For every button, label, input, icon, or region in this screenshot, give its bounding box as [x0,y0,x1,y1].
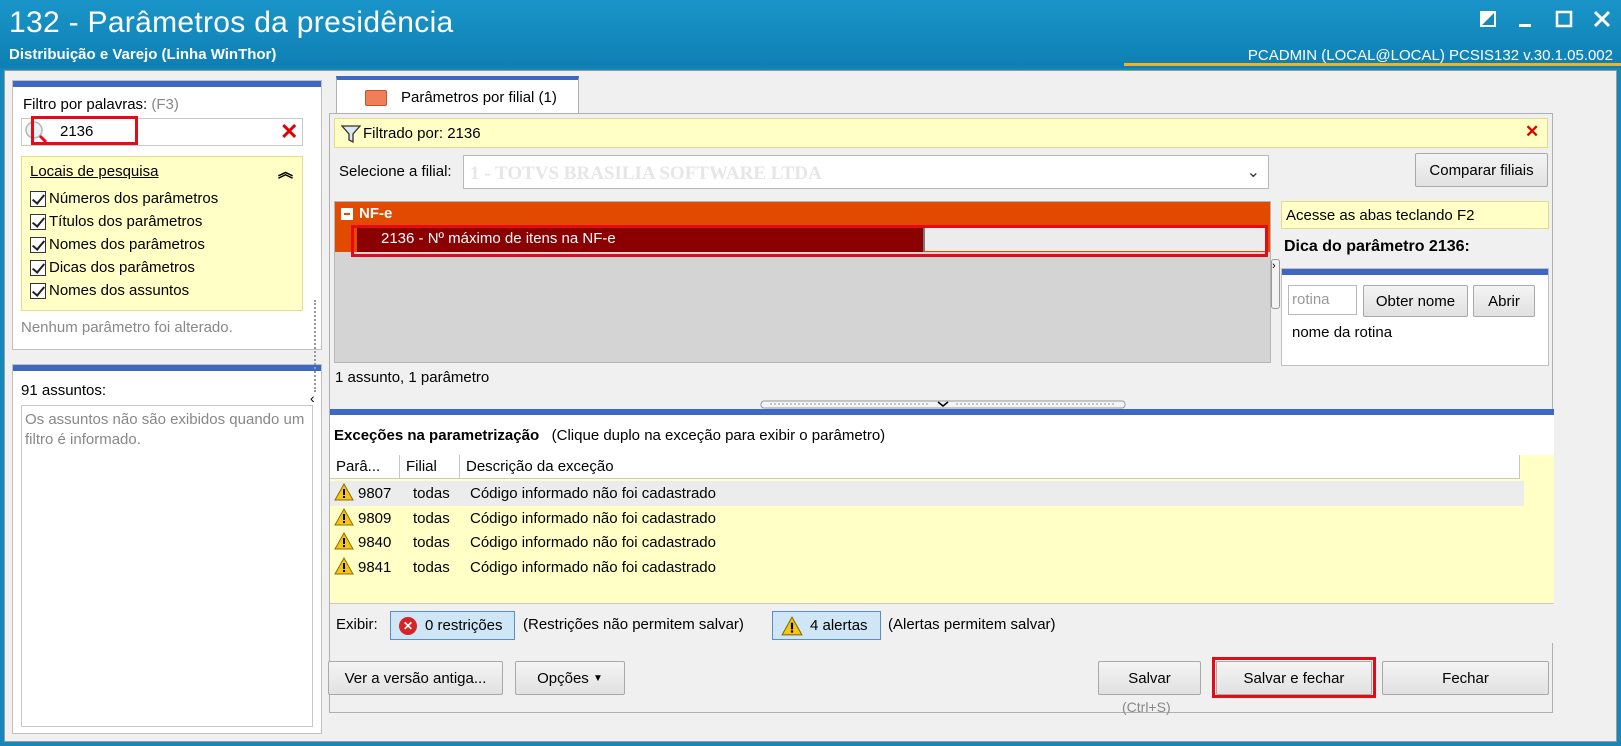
close-button[interactable]: Fechar [1382,661,1549,695]
filtered-text: Filtrado por: 2136 [363,125,481,142]
vertical-splitter[interactable] [314,300,322,392]
column-header[interactable]: Parâ... [330,455,400,479]
filter-label: Filtro por palavras: (F3) [23,96,179,113]
table-row[interactable]: 9841 todas Código informado não foi cada… [330,555,1524,580]
assuntos-message: Os assuntos não são exibidos quando um f… [25,411,305,448]
warning-icon [334,483,354,501]
warning-icon [334,532,354,550]
alerts-note: (Alertas permitem salvar) [888,616,1056,633]
get-name-button[interactable]: Obter nome [1363,285,1468,317]
window-subtitle: Distribuição e Varejo (Linha WinThor) [9,46,277,63]
checkbox-icon[interactable] [30,213,46,230]
column-header[interactable]: Filial [400,455,460,479]
filter-bar: Filtrado por: 2136 ✕ [334,118,1548,148]
alerts-toggle[interactable]: 4 alertas [772,611,881,640]
collapse-icon[interactable] [341,208,353,220]
assuntos-panel: 91 assuntos: Os assuntos não são exibido… [12,364,322,734]
checkbox-icon[interactable] [30,190,46,207]
open-button[interactable]: Abrir [1473,285,1535,317]
checkbox-icon[interactable] [30,259,46,276]
option-nomes[interactable]: Nomes dos parâmetros [30,236,205,253]
search-highlight [31,116,138,145]
assuntos-list[interactable]: Os assuntos não são exibidos quando um f… [21,405,313,727]
minimize-icon[interactable] [1517,8,1535,34]
display-bar: Exibir: ✕ 0 restrições (Restrições não p… [330,603,1554,643]
filial-value: 1 - TOTVS BRASILIA SOFTWARE LTDA [470,163,822,184]
locations-title[interactable]: Locais de pesquisa [30,163,158,180]
rotina-input[interactable]: rotina [1288,285,1357,315]
chevron-right-icon[interactable]: › [1271,259,1280,309]
tab-parametros-filial[interactable]: Parâmetros por filial (1) [336,76,579,114]
user-info: PCADMIN (LOCAL@LOCAL) PCSIS132 v.30.1.05… [1247,47,1613,64]
restore-icon[interactable] [1479,8,1497,34]
hint-title: Dica do parâmetro 2136: [1284,238,1470,255]
option-titulos[interactable]: Títulos dos parâmetros [30,213,202,230]
tab-label: Parâmetros por filial (1) [401,89,557,106]
restrictions-note: (Restrições não permitem salvar) [523,616,744,633]
table-row[interactable]: 9809 todas Código informado não foi cada… [330,506,1524,531]
checkbox-icon[interactable] [30,282,46,299]
window-controls [1479,8,1611,34]
highlight-box [1212,657,1376,698]
warning-icon [334,508,354,526]
chevron-down-icon: ⌄ [1246,164,1260,181]
compare-branches-button[interactable]: Comparar filiais [1415,153,1548,187]
accent-line [1124,63,1621,66]
close-icon[interactable] [1593,8,1611,34]
rotina-name: nome da rotina [1292,324,1393,341]
restrictions-toggle[interactable]: ✕ 0 restrições [390,611,515,640]
search-locations: Locais de pesquisa ︽ Números dos parâmet… [21,156,303,311]
table-row[interactable]: 9840 todas Código informado não foi cada… [330,530,1524,555]
old-version-button[interactable]: Ver a versão antiga... [328,661,503,695]
exceptions-panel: Exceções na parametrização (Clique duplo… [330,409,1554,607]
display-label: Exibir: [336,616,378,633]
clear-search-icon[interactable]: ✕ [280,119,298,145]
options-button[interactable]: Opções ▼ [515,661,625,695]
table-row[interactable]: 9807 todas Código informado não foi cada… [330,481,1524,506]
option-numeros[interactable]: Números dos parâmetros [30,190,218,207]
tree-group-label: NF-e [359,205,393,222]
status-text: Nenhum parâmetro foi alterado. [21,319,233,336]
option-assuntos[interactable]: Nomes dos assuntos [30,282,189,299]
checkbox-icon[interactable] [30,236,46,253]
option-dicas[interactable]: Dicas dos parâmetros [30,259,195,276]
warning-icon [781,616,803,636]
save-button[interactable]: Salvar [1098,661,1201,695]
clear-filter-icon[interactable]: ✕ [1525,122,1539,142]
tree-group[interactable]: NF-e [335,202,1270,227]
window-title: 132 - Parâmetros da presidência [9,6,454,39]
error-icon: ✕ [399,617,417,635]
funnel-icon [341,125,361,144]
tree-summary: 1 assunto, 1 parâmetro [335,369,490,386]
column-header[interactable]: Descrição da exceção [460,455,1520,479]
chevron-left-icon[interactable]: ‹ [310,390,315,406]
filial-label: Selecione a filial: [339,163,452,180]
highlight-box [351,225,1268,257]
maximize-icon[interactable] [1555,8,1573,34]
hint-panel: rotina Obter nome Abrir nome da rotina [1281,268,1549,366]
table-header: Parâ... Filial Descrição da exceção [330,455,1520,479]
horizontal-splitter[interactable] [760,399,1126,409]
exceptions-table[interactable]: Parâ... Filial Descrição da exceção 9807… [330,455,1554,607]
dropdown-arrow-icon: ▼ [592,672,603,684]
collapse-icon[interactable]: ︽ [278,161,293,182]
warning-icon [334,557,354,575]
folder-icon [365,90,387,106]
content-area: Filtrado por: 2136 ✕ Selecione a filial:… [329,113,1554,713]
assuntos-title: 91 assuntos: [21,382,107,399]
save-shortcut: (Ctrl+S) [1122,699,1171,715]
access-hint: Acesse as abas teclando F2 [1281,201,1549,229]
exceptions-title: Exceções na parametrização (Clique duplo… [334,427,886,444]
filial-select[interactable]: 1 - TOTVS BRASILIA SOFTWARE LTDA ⌄ [463,155,1269,189]
